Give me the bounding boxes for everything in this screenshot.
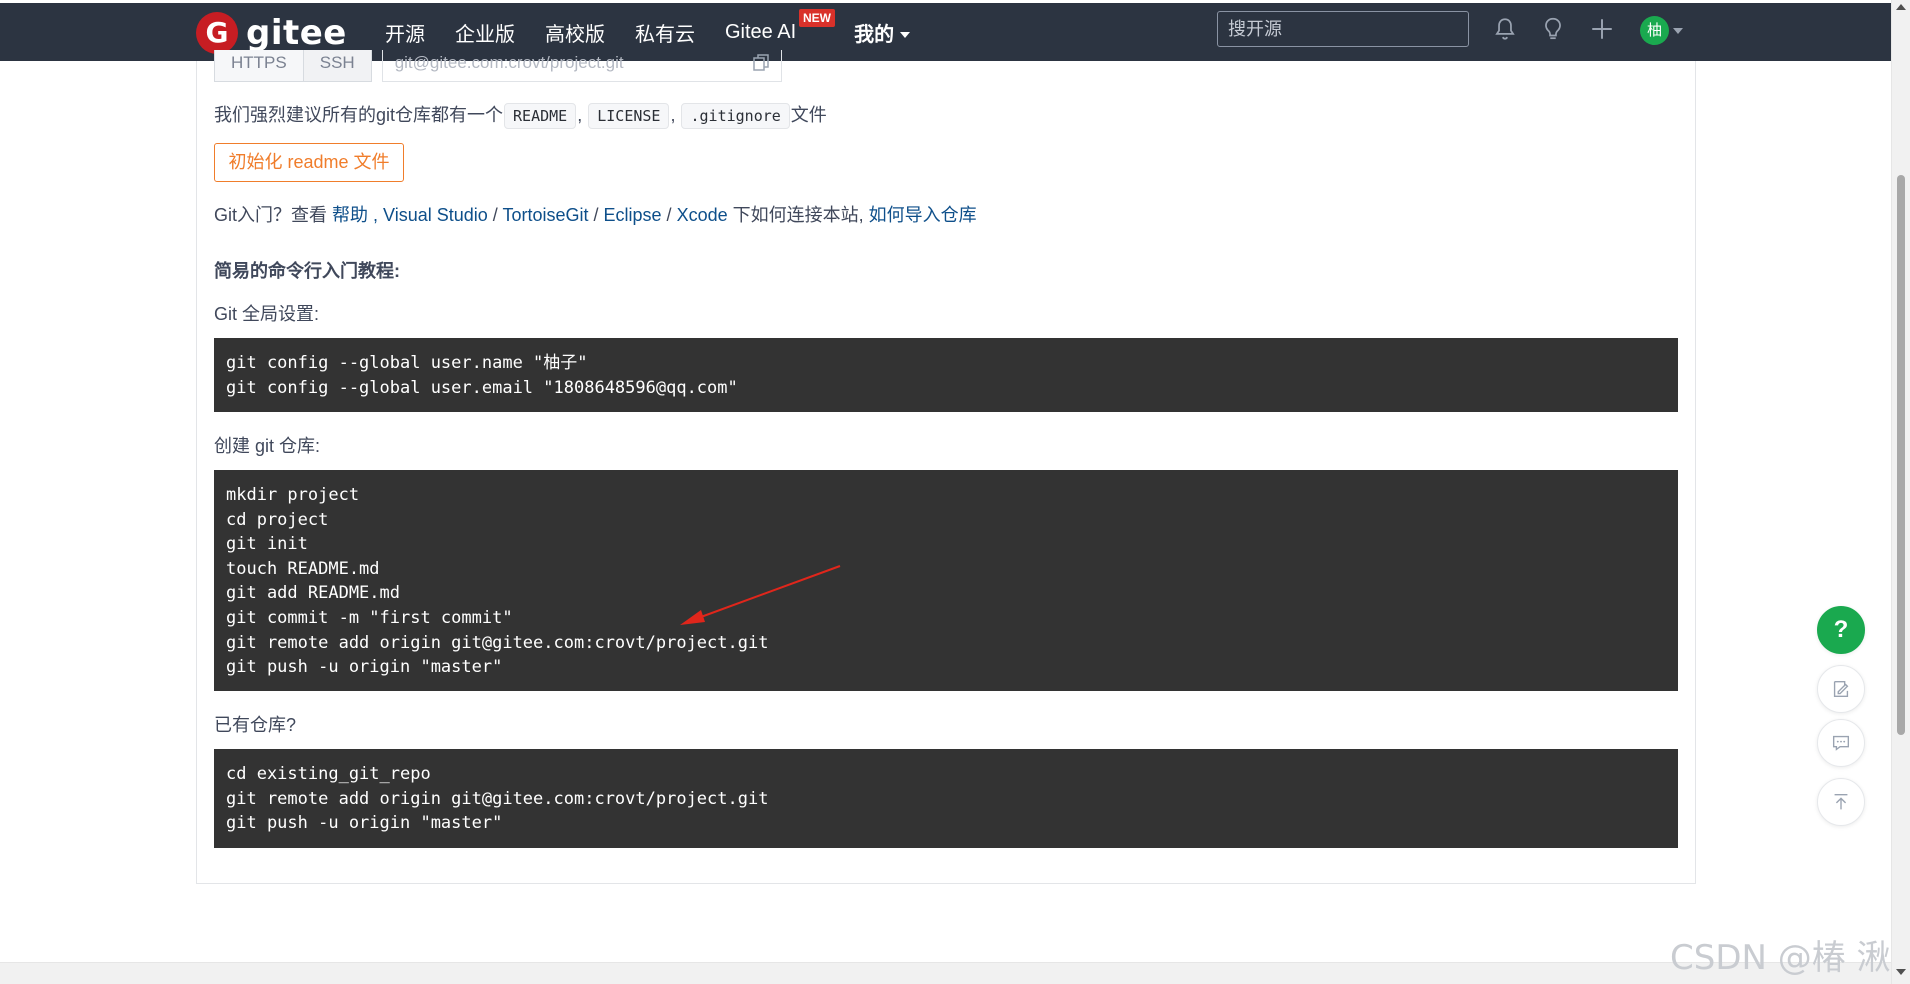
- existing-repo-code: cd existing_git_repo git remote add orig…: [214, 749, 1678, 848]
- nav-mine-label: 我的: [854, 23, 895, 46]
- csdn-watermark: CSDN @椿 湫: [1670, 938, 1891, 978]
- nav-gitee-ai[interactable]: Gitee AI NEW: [725, 8, 835, 44]
- https-tab[interactable]: HTTPS: [214, 50, 304, 82]
- existing-repo-label: 已有仓库?: [214, 715, 297, 735]
- chevron-down-icon: [900, 32, 911, 39]
- clone-url-field[interactable]: git@gitee.com:crovt/project.git: [381, 50, 782, 82]
- git-intro-prefix: Git入门？查看: [214, 205, 333, 225]
- nav-mine-dropdown[interactable]: 我的: [854, 18, 911, 47]
- tortoisegit-link[interactable]: TortoiseGit: [502, 205, 588, 225]
- nav-open-source[interactable]: 开源: [385, 18, 425, 47]
- gitee-logo-text: gitee: [246, 13, 347, 53]
- tutorial-heading: 简易的命令行入门教程:: [214, 261, 400, 281]
- init-readme-button[interactable]: 初始化 readme 文件: [214, 143, 404, 182]
- license-chip: LICENSE: [588, 103, 670, 130]
- eclipse-link[interactable]: Eclipse: [604, 205, 662, 225]
- git-intro-line: Git入门？查看 帮助 , Visual Studio / TortoiseGi…: [214, 201, 977, 227]
- help-button[interactable]: ?: [1817, 606, 1865, 654]
- help-link[interactable]: 帮助: [332, 205, 368, 225]
- separator: ,: [577, 105, 583, 125]
- readme-notice-suffix: 文件: [790, 105, 827, 125]
- edit-icon: [1833, 680, 1849, 698]
- gitee-logo[interactable]: G gitee: [196, 12, 347, 54]
- search-input[interactable]: 搜开源: [1217, 11, 1469, 47]
- separator: /: [487, 205, 503, 225]
- create-repo-label: 创建 git 仓库:: [214, 436, 321, 456]
- new-badge: NEW: [799, 8, 835, 27]
- global-setup-code: git config --global user.name "柚子" git c…: [214, 338, 1678, 412]
- separator: ,: [368, 205, 384, 225]
- horizontal-scrollbar[interactable]: [0, 962, 1891, 984]
- feedback-button[interactable]: [1817, 665, 1865, 713]
- avatar[interactable]: 柚: [1640, 16, 1669, 45]
- import-repo-link[interactable]: 如何导入仓库: [869, 205, 977, 225]
- xcode-link[interactable]: Xcode: [677, 205, 728, 225]
- back-to-top-button[interactable]: [1817, 778, 1865, 826]
- separator: ,: [670, 105, 676, 125]
- avatar-chevron-down-icon[interactable]: [1673, 28, 1683, 34]
- gitignore-chip: .gitignore: [681, 103, 790, 130]
- nav-gitee-ai-label: Gitee AI: [725, 20, 797, 43]
- nav-private-cloud[interactable]: 私有云: [635, 18, 695, 47]
- visual-studio-link[interactable]: Visual Studio: [383, 205, 488, 225]
- plus-icon[interactable]: [1589, 16, 1615, 42]
- global-setup-label: Git 全局设置:: [214, 304, 320, 324]
- scroll-down-icon[interactable]: [1896, 969, 1906, 975]
- nav-education[interactable]: 高校版: [545, 18, 605, 47]
- comment-button[interactable]: [1817, 719, 1865, 767]
- git-intro-middle: 下如何连接本站,: [727, 205, 869, 225]
- comment-icon: [1832, 735, 1850, 751]
- readme-notice-prefix: 我们强烈建议所有的git仓库都有一个: [214, 105, 504, 125]
- scrollbar-thumb[interactable]: [1897, 175, 1905, 735]
- separator: /: [661, 205, 677, 225]
- bell-icon[interactable]: [1492, 16, 1518, 42]
- lightbulb-icon[interactable]: [1540, 16, 1566, 42]
- readme-chip: README: [504, 103, 577, 130]
- create-repo-code: mkdir project cd project git init touch …: [214, 470, 1678, 691]
- copy-icon[interactable]: [752, 54, 769, 72]
- scroll-up-icon[interactable]: [1896, 4, 1906, 10]
- clone-url-text: git@gitee.com:crovt/project.git: [394, 53, 624, 72]
- readme-notice: 我们强烈建议所有的git仓库都有一个 README, LICENSE, .giti…: [214, 101, 827, 130]
- back-to-top-icon: [1834, 793, 1848, 810]
- nav-enterprise[interactable]: 企业版: [455, 18, 515, 47]
- gitee-logo-icon: G: [196, 12, 238, 54]
- clone-row: HTTPS SSH git@gitee.com:crovt/project.gi…: [214, 50, 782, 82]
- separator: /: [588, 205, 604, 225]
- ssh-tab[interactable]: SSH: [303, 50, 372, 82]
